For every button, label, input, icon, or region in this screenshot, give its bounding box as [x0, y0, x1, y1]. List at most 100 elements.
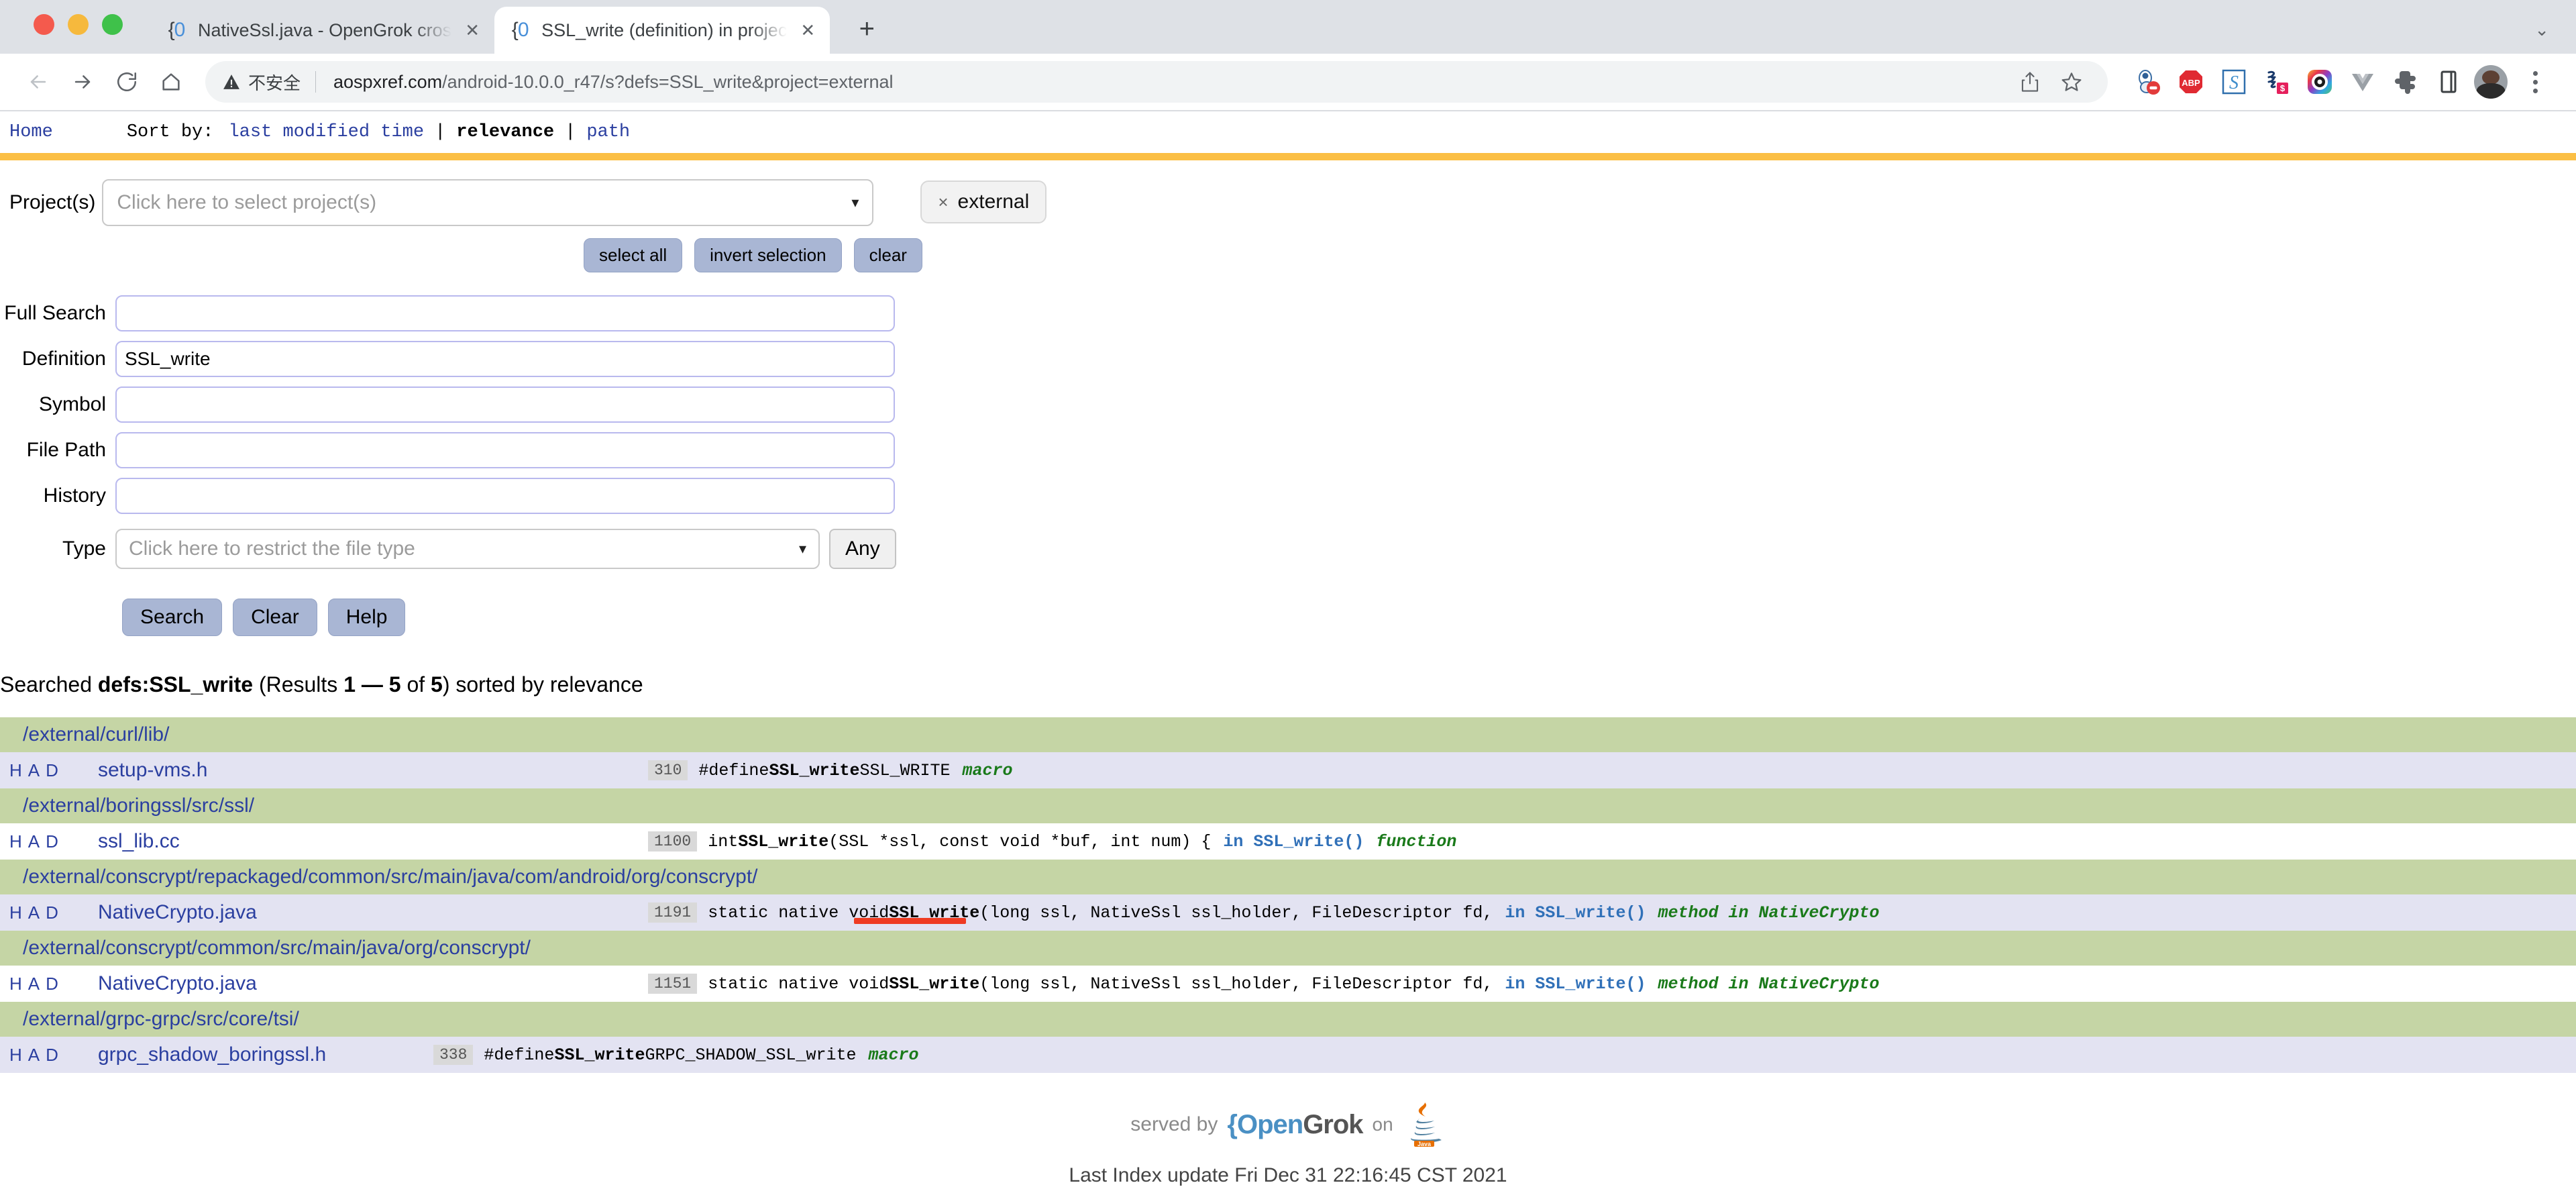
history-link[interactable]: H — [9, 1045, 22, 1066]
clear-button[interactable]: Clear — [233, 599, 317, 636]
symbol-kind: method in NativeCrypto — [1658, 974, 1880, 994]
in-reference[interactable]: in SSL_write() — [1223, 832, 1364, 851]
opengrok-logo[interactable]: {OpenGrok — [1227, 1109, 1363, 1140]
browser-tab-2[interactable]: {0 SSL_write (definition) in projec ✕ — [494, 7, 830, 54]
profile-avatar[interactable] — [2474, 65, 2508, 99]
line-number[interactable]: 310 — [648, 760, 688, 780]
sort-path-link[interactable]: path — [586, 122, 630, 142]
file-link[interactable]: ssl_lib.cc — [98, 830, 648, 853]
side-panel-icon[interactable] — [2430, 63, 2467, 101]
selected-project-chip[interactable]: × external — [920, 180, 1047, 223]
annotate-link[interactable]: A — [28, 902, 40, 923]
maximize-window-button[interactable] — [102, 13, 123, 35]
search-action-buttons: Search Clear Help — [0, 599, 2576, 636]
back-button[interactable] — [16, 60, 60, 104]
puzzle-extensions-icon[interactable] — [2387, 63, 2424, 101]
full-search-input[interactable] — [115, 295, 895, 331]
kebab-dot — [2532, 79, 2538, 85]
remove-project-icon[interactable]: × — [938, 192, 948, 213]
file-path-input[interactable] — [115, 432, 895, 468]
privacy-badger-icon[interactable] — [2129, 63, 2167, 101]
file-link[interactable]: setup-vms.h — [98, 759, 648, 782]
line-number[interactable]: 1151 — [648, 974, 698, 994]
history-link[interactable]: H — [9, 760, 22, 781]
project-select[interactable]: Click here to select project(s) ▾ — [102, 179, 874, 226]
history-input[interactable] — [115, 478, 895, 514]
symbol-input[interactable] — [115, 386, 895, 423]
download-link[interactable]: D — [46, 831, 58, 852]
results-table: /external/curl/lib/ H A D setup-vms.h 31… — [0, 717, 2576, 1073]
had-links: H A D — [9, 831, 83, 852]
reload-button[interactable] — [105, 60, 149, 104]
history-link[interactable]: H — [9, 831, 22, 852]
field-row-history: History — [0, 478, 2576, 514]
code-snippet: 310 #define SSL_write SSL_WRITE macro — [648, 760, 1013, 780]
help-button[interactable]: Help — [327, 599, 406, 636]
close-tab-icon[interactable]: ✕ — [796, 19, 819, 42]
download-link[interactable]: D — [46, 902, 58, 923]
symbol-kind: macro — [962, 760, 1013, 780]
served-by-block: served by {OpenGrok on Java — [0, 1100, 2576, 1149]
close-window-button[interactable] — [34, 13, 54, 35]
new-tab-button[interactable]: + — [846, 8, 888, 50]
directory-link[interactable]: /external/conscrypt/repackaged/common/sr… — [23, 866, 757, 888]
annotate-link[interactable]: A — [28, 831, 40, 852]
in-reference[interactable]: in SSL_write() — [1505, 974, 1646, 994]
url-text[interactable]: aospxref.com/android-10.0.0_r47/s?defs=S… — [316, 72, 2004, 93]
served-by-label: served by — [1130, 1113, 1218, 1135]
file-link[interactable]: grpc_shadow_boringssl.h — [98, 1043, 433, 1066]
directory-link[interactable]: /external/conscrypt/common/src/main/java… — [23, 937, 531, 960]
close-tab-icon[interactable]: ✕ — [461, 19, 484, 42]
directory-link[interactable]: /external/boringssl/src/ssl/ — [23, 794, 254, 817]
chevron-down-icon: ▾ — [798, 540, 806, 557]
file-link[interactable]: NativeCrypto.java — [98, 972, 648, 995]
annotate-link[interactable]: A — [28, 1045, 40, 1066]
tab-search-chevron-down-icon[interactable]: ⌄ — [2534, 19, 2549, 40]
annotate-link[interactable]: A — [28, 760, 40, 781]
site-security-indicator[interactable]: 不安全 — [223, 70, 315, 95]
forward-button[interactable] — [60, 60, 105, 104]
sort-last-modified-link[interactable]: last modified time — [228, 122, 424, 142]
directory-link[interactable]: /external/grpc-grpc/src/core/tsi/ — [23, 1008, 299, 1031]
logo-open: Open — [1236, 1109, 1303, 1139]
in-reference[interactable]: in SSL_write() — [1505, 903, 1646, 923]
full-search-label: Full Search — [4, 302, 106, 324]
history-link[interactable]: H — [9, 974, 22, 994]
share-icon[interactable] — [2011, 63, 2049, 101]
honey-extension-icon[interactable]: $ — [2258, 63, 2296, 101]
any-type-button[interactable]: Any — [829, 529, 896, 569]
download-link[interactable]: D — [46, 760, 58, 781]
search-form: Project(s) Click here to select project(… — [0, 160, 2576, 636]
invert-selection-button[interactable]: invert selection — [694, 238, 842, 272]
adblock-plus-icon[interactable]: ABP — [2172, 63, 2210, 101]
history-link[interactable]: H — [9, 902, 22, 923]
download-link[interactable]: D — [46, 1045, 58, 1066]
file-link[interactable]: NativeCrypto.java — [98, 901, 648, 924]
home-link[interactable]: Home — [9, 122, 53, 142]
s-extension-icon[interactable]: S — [2215, 63, 2253, 101]
address-bar[interactable]: 不安全 aospxref.com/android-10.0.0_r47/s?de… — [205, 61, 2108, 103]
sort-relevance-current[interactable]: relevance — [456, 122, 554, 142]
definition-input[interactable]: SSL_write — [115, 341, 895, 377]
clear-selection-button[interactable]: clear — [853, 238, 922, 272]
line-number[interactable]: 1100 — [648, 831, 698, 851]
symbol-kind: macro — [868, 1045, 919, 1065]
vue-devtools-icon[interactable] — [2344, 63, 2381, 101]
annotate-link[interactable]: A — [28, 974, 40, 994]
download-link[interactable]: D — [46, 974, 58, 994]
directory-link[interactable]: /external/curl/lib/ — [23, 723, 169, 746]
chrome-menu-button[interactable] — [2517, 64, 2553, 100]
minimize-window-button[interactable] — [68, 13, 89, 35]
browser-tab-1[interactable]: {0 NativeSsl.java - OpenGrok cros ✕ — [151, 7, 494, 54]
bookmark-star-icon[interactable] — [2053, 63, 2090, 101]
table-row: H A D setup-vms.h 310 #define SSL_write … — [0, 752, 2576, 788]
line-number[interactable]: 338 — [433, 1045, 474, 1065]
line-number[interactable]: 1191 — [648, 902, 698, 923]
code-post: (SSL *ssl, const void *buf, int num) { — [828, 831, 1212, 851]
select-all-button[interactable]: select all — [584, 238, 683, 272]
type-select[interactable]: Click here to restrict the file type ▾ — [115, 529, 820, 569]
colorful-circle-icon[interactable] — [2301, 63, 2339, 101]
search-button[interactable]: Search — [122, 599, 223, 636]
file-path-label: File Path — [26, 439, 106, 461]
home-button[interactable] — [149, 60, 193, 104]
